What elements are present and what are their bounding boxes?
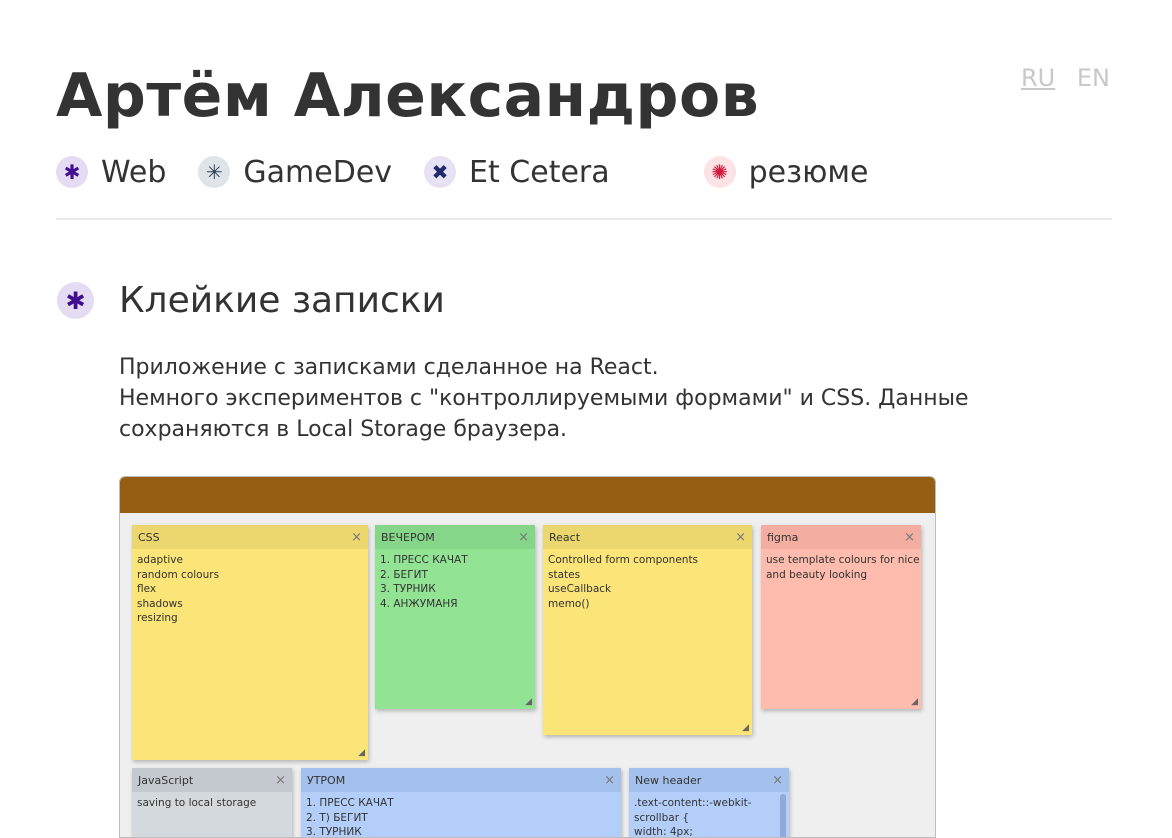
nav-item-resume[interactable]: ✺ резюме: [703, 154, 869, 190]
note-title[interactable]: УТРОМ: [307, 774, 345, 787]
page-title: Артём Александров: [56, 61, 760, 131]
note-line: Controlled form components: [548, 554, 699, 566]
nav-item-web[interactable]: ✱ Web: [56, 155, 166, 190]
sticky-note[interactable]: ВЕЧЕРОМ × 1. ПРЕСС КАЧАТ 2. БЕГИТ 3. ТУР…: [375, 525, 535, 709]
close-icon[interactable]: ×: [351, 530, 362, 545]
note-line: saving to local storage: [137, 797, 257, 809]
asterisk-icon: ✱: [57, 282, 94, 319]
close-icon[interactable]: ×: [604, 773, 615, 788]
note-title[interactable]: JavaScript: [138, 774, 193, 787]
note-header: JavaScript ×: [132, 768, 292, 792]
note-title[interactable]: ВЕЧЕРОМ: [381, 531, 435, 544]
note-line: use template colours for nice: [766, 554, 920, 566]
note-line: flex: [137, 583, 157, 595]
note-header: figma ×: [761, 525, 921, 549]
app-header-bar: [120, 477, 935, 513]
note-header: УТРОМ ×: [301, 768, 621, 792]
note-title[interactable]: CSS: [138, 531, 160, 544]
note-line: 1. ПРЕСС КАЧАТ: [306, 797, 394, 809]
lang-ru-link[interactable]: RU: [1021, 64, 1055, 92]
note-line: 2. БЕГИТ: [380, 568, 428, 581]
note-line: 3. ТУРНИК: [306, 826, 362, 838]
scrollbar[interactable]: [780, 794, 786, 837]
language-switcher: RU EN: [1007, 64, 1110, 92]
nav-label: Et Cetera: [469, 154, 610, 190]
main-nav: ✱ Web ✳ GameDev ✖ Et Cetera ✺ резюме: [56, 150, 868, 194]
note-line: scrollbar {: [634, 811, 690, 824]
note-text[interactable]: use template colours for nice and beauty…: [761, 549, 921, 586]
sticky-note[interactable]: CSS × adaptive random colours flex shado…: [132, 525, 368, 760]
note-line: random colours: [137, 568, 220, 581]
note-title[interactable]: figma: [767, 531, 798, 544]
sticky-note[interactable]: JavaScript × saving to local storage: [132, 768, 292, 837]
note-line: memo(): [548, 597, 590, 610]
resize-handle-icon[interactable]: ◢: [911, 697, 918, 707]
starburst-icon: ✺: [703, 156, 736, 188]
nav-item-gamedev[interactable]: ✳ GameDev: [198, 155, 392, 190]
note-line: 4. АНЖУМАНЯ: [380, 597, 458, 610]
resize-handle-icon[interactable]: ◢: [742, 723, 749, 733]
note-line: 2. Т) БЕГИТ: [306, 811, 368, 824]
note-title[interactable]: New header: [635, 774, 701, 787]
note-header: New header ×: [629, 768, 789, 792]
note-line: shadows: [137, 597, 183, 610]
note-line: useCallback: [548, 583, 612, 595]
note-header: ВЕЧЕРОМ ×: [375, 525, 535, 549]
close-icon[interactable]: ×: [518, 530, 529, 545]
asterisk-icon: ✳: [198, 156, 231, 188]
section-description: Приложение с записками сделанное на Reac…: [119, 352, 1039, 445]
clover-icon: ✖: [424, 156, 457, 188]
resize-handle-icon[interactable]: ◢: [525, 697, 532, 707]
close-icon[interactable]: ×: [904, 530, 915, 545]
asterisk-icon: ✱: [56, 156, 88, 188]
header-divider: [56, 218, 1112, 220]
nav-item-etc[interactable]: ✖ Et Cetera: [424, 155, 610, 190]
close-icon[interactable]: ×: [275, 773, 286, 788]
close-icon[interactable]: ×: [735, 530, 746, 545]
nav-label: резюме: [748, 154, 869, 190]
app-screenshot: CSS × adaptive random colours flex shado…: [119, 476, 936, 838]
note-line: adaptive: [137, 554, 183, 566]
nav-label: Web: [101, 154, 167, 190]
description-line: Немного экспериментов с "контроллируемым…: [119, 386, 969, 442]
note-line: states: [548, 568, 581, 581]
note-line: 1. ПРЕСС КАЧАТ: [380, 554, 468, 566]
note-title[interactable]: React: [549, 531, 580, 544]
note-line: resizing: [137, 612, 178, 624]
lang-en-link[interactable]: EN: [1077, 64, 1110, 92]
sticky-note[interactable]: New header × .text-content::-webkit- scr…: [629, 768, 789, 838]
sticky-note[interactable]: figma × use template colours for nice an…: [761, 525, 921, 709]
close-icon[interactable]: ×: [772, 773, 783, 788]
sticky-note[interactable]: React × Controlled form components state…: [543, 525, 752, 735]
note-text[interactable]: 1. ПРЕСС КАЧАТ 2. Т) БЕГИТ 3. ТУРНИК: [301, 792, 621, 838]
note-line: .text-content::-webkit-: [634, 797, 752, 809]
resize-handle-icon[interactable]: ◢: [358, 748, 365, 758]
note-line: and beauty looking: [766, 568, 868, 581]
note-header: CSS ×: [132, 525, 368, 549]
note-line: 3. ТУРНИК: [380, 583, 436, 595]
section-title: Клейкие записки: [119, 280, 445, 321]
sticky-note[interactable]: УТРОМ × 1. ПРЕСС КАЧАТ 2. Т) БЕГИТ 3. ТУ…: [301, 768, 621, 838]
note-text[interactable]: adaptive random colours flex shadows res…: [132, 549, 368, 630]
note-header: React ×: [543, 525, 752, 549]
note-line: width: 4px;: [634, 826, 693, 838]
note-text[interactable]: Controlled form components states useCal…: [543, 549, 752, 615]
note-text[interactable]: 1. ПРЕСС КАЧАТ 2. БЕГИТ 3. ТУРНИК 4. АНЖ…: [375, 549, 535, 615]
description-line: Приложение с записками сделанное на Reac…: [119, 355, 659, 380]
note-text[interactable]: saving to local storage: [132, 792, 292, 815]
nav-label: GameDev: [243, 154, 393, 190]
note-text[interactable]: .text-content::-webkit- scrollbar { widt…: [629, 792, 789, 838]
